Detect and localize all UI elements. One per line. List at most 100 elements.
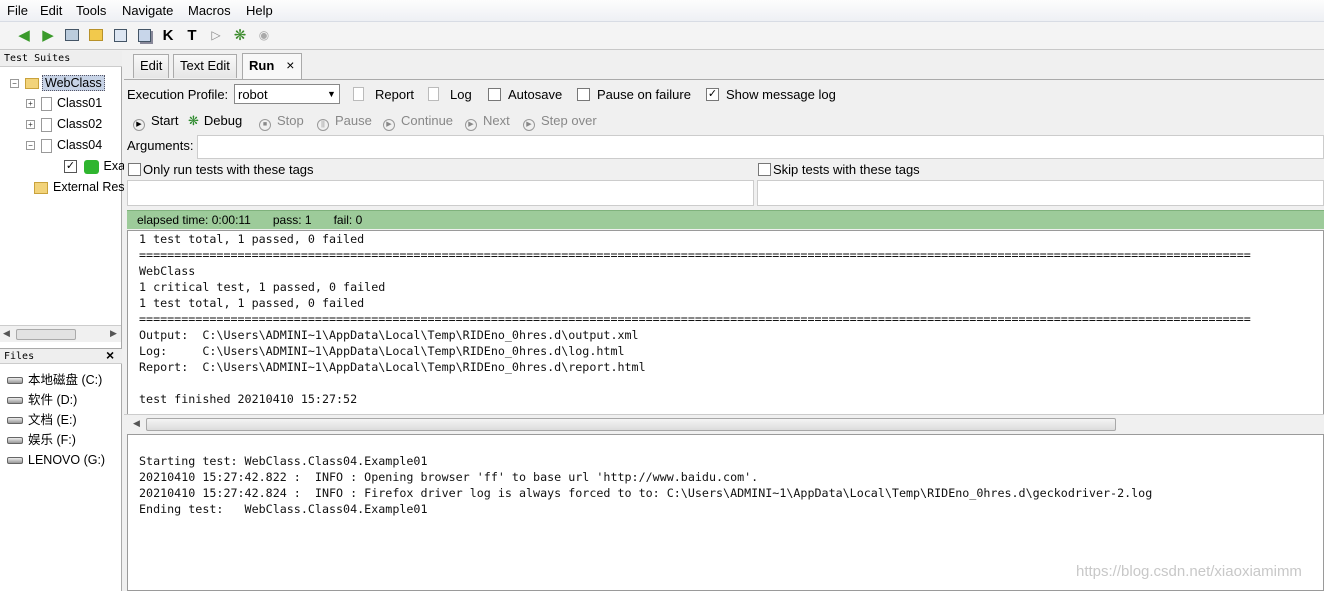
drive-label[interactable]: 娱乐 (F:): [28, 433, 76, 447]
drive-e[interactable]: 文档 (E:): [7, 410, 77, 430]
execution-profile-select[interactable]: robot ▼: [234, 84, 340, 104]
toolbar: ◀ ▶ K T ▷ ❋ ◉: [0, 22, 1324, 50]
continue-icon: ▶: [383, 119, 395, 131]
output-line: ========================================…: [139, 312, 1251, 326]
tab-run[interactable]: Run ×: [242, 53, 302, 79]
output-console[interactable]: 1 test total, 1 passed, 0 failed =======…: [127, 230, 1324, 416]
menu-navigate[interactable]: Navigate: [122, 3, 173, 18]
drive-d[interactable]: 软件 (D:): [7, 390, 77, 410]
pause-on-failure-checkbox[interactable]: [577, 88, 590, 101]
tree-item-label[interactable]: Class01: [57, 96, 102, 110]
output-scrollbar[interactable]: ◀: [124, 414, 1324, 433]
only-run-tags-input[interactable]: [127, 180, 754, 206]
tree-item-label[interactable]: Class04: [57, 138, 102, 152]
left-pane: Test Suites − WebClass + Class01 + Class02 …: [0, 51, 125, 591]
tab-edit[interactable]: Edit: [133, 54, 170, 78]
close-icon[interactable]: ×: [106, 347, 114, 363]
back-arrow-icon[interactable]: ◀: [14, 25, 34, 45]
skip-tags-input[interactable]: [757, 180, 1324, 206]
tree-item-label[interactable]: External Res: [53, 180, 125, 194]
tree-item-external[interactable]: External Res: [34, 177, 125, 197]
tree-item-label[interactable]: Class02: [57, 117, 102, 131]
scroll-thumb[interactable]: [146, 418, 1116, 431]
menu-edit[interactable]: Edit: [40, 3, 62, 18]
autosave-checkbox[interactable]: [488, 88, 501, 101]
scroll-left-icon[interactable]: ◀: [3, 328, 10, 339]
tree-item-class04[interactable]: − Class04: [26, 135, 102, 155]
file-icon: [41, 117, 52, 132]
tree-item-test[interactable]: ✓ Exa: [64, 156, 125, 176]
report-icon[interactable]: [353, 87, 364, 101]
next-button[interactable]: ▶ Next: [465, 113, 510, 131]
drive-label[interactable]: 文档 (E:): [28, 413, 77, 427]
tree-root-label[interactable]: WebClass: [42, 75, 105, 91]
scroll-left-icon[interactable]: ◀: [133, 418, 140, 429]
tree-item-class02[interactable]: + Class02: [26, 114, 102, 134]
arguments-input[interactable]: [197, 135, 1324, 159]
start-button[interactable]: ▶ Start: [133, 113, 178, 131]
chevron-down-icon[interactable]: ▼: [327, 89, 336, 99]
stop-icon[interactable]: ◉: [254, 25, 274, 45]
tree-item-class01[interactable]: + Class01: [26, 93, 102, 113]
debug-icon[interactable]: ❋: [230, 25, 250, 45]
tree-item-label[interactable]: Exa: [103, 159, 125, 173]
execution-profile-label: Execution Profile:: [127, 87, 229, 102]
only-run-tags-checkbox[interactable]: [128, 163, 141, 176]
elapsed-time: elapsed time: 0:00:11: [137, 213, 251, 227]
save-all-icon[interactable]: [134, 25, 154, 45]
output-line: Log: C:\Users\ADMINI~1\AppData\Local\Tem…: [139, 344, 625, 358]
play-icon: ▶: [133, 119, 145, 131]
skip-tags-checkbox[interactable]: [758, 163, 771, 176]
checkbox-checked-icon[interactable]: ✓: [64, 160, 77, 174]
file-icon: [41, 138, 52, 153]
file-icon: [41, 96, 52, 111]
drive-icon: [7, 457, 23, 465]
step-over-button[interactable]: ▶ Step over: [523, 113, 597, 131]
expand-icon[interactable]: +: [26, 99, 35, 109]
tab-text-edit[interactable]: Text Edit: [173, 54, 237, 78]
run-icon[interactable]: ▷: [206, 25, 226, 45]
search-keywords-icon[interactable]: K: [158, 25, 178, 45]
drive-c[interactable]: 本地磁盘 (C:): [7, 370, 102, 390]
save-icon[interactable]: [110, 25, 130, 45]
continue-button[interactable]: ▶ Continue: [383, 113, 453, 131]
menu-help[interactable]: Help: [246, 3, 273, 18]
arguments-label: Arguments:: [127, 138, 194, 153]
menu-macros[interactable]: Macros: [188, 3, 231, 18]
pause-label: Pause: [335, 113, 372, 128]
drive-label[interactable]: LENOVO (G:): [28, 453, 105, 467]
step-over-label: Step over: [541, 113, 597, 128]
scroll-right-icon[interactable]: ▶: [110, 328, 117, 339]
menu-tools[interactable]: Tools: [76, 3, 106, 18]
drive-label[interactable]: 软件 (D:): [28, 393, 77, 407]
report-button[interactable]: Report: [375, 87, 414, 102]
expand-icon[interactable]: +: [26, 120, 35, 130]
show-message-log-checkbox[interactable]: ✓: [706, 88, 719, 101]
drive-icon: [7, 377, 23, 385]
menu-file[interactable]: File: [7, 3, 28, 18]
drive-icon: [7, 417, 23, 425]
scroll-thumb[interactable]: [16, 329, 76, 340]
tree-scrollbar[interactable]: ◀ ▶: [0, 325, 121, 342]
log-button[interactable]: Log: [450, 87, 472, 102]
stop-button[interactable]: ■ Stop: [259, 113, 304, 131]
drive-g[interactable]: LENOVO (G:): [7, 450, 105, 470]
drive-icon: [7, 397, 23, 405]
open-file-icon[interactable]: [62, 25, 82, 45]
search-tests-icon[interactable]: T: [182, 25, 202, 45]
only-run-tags-label: Only run tests with these tags: [143, 162, 314, 177]
open-directory-icon[interactable]: [86, 25, 106, 45]
tab-run-label[interactable]: Run: [249, 58, 274, 73]
drive-f[interactable]: 娱乐 (F:): [7, 430, 76, 450]
collapse-icon[interactable]: −: [26, 141, 35, 151]
drive-label[interactable]: 本地磁盘 (C:): [28, 373, 102, 387]
tree-root[interactable]: − WebClass: [10, 73, 105, 93]
close-tab-icon[interactable]: ×: [286, 57, 294, 73]
fail-count: fail: 0: [333, 213, 363, 227]
pause-button[interactable]: || Pause: [317, 113, 372, 131]
forward-arrow-icon[interactable]: ▶: [38, 25, 58, 45]
collapse-icon[interactable]: −: [10, 79, 19, 89]
debug-button[interactable]: ❋ Debug: [188, 113, 242, 129]
output-line: WebClass: [139, 264, 196, 278]
log-icon[interactable]: [428, 87, 439, 101]
